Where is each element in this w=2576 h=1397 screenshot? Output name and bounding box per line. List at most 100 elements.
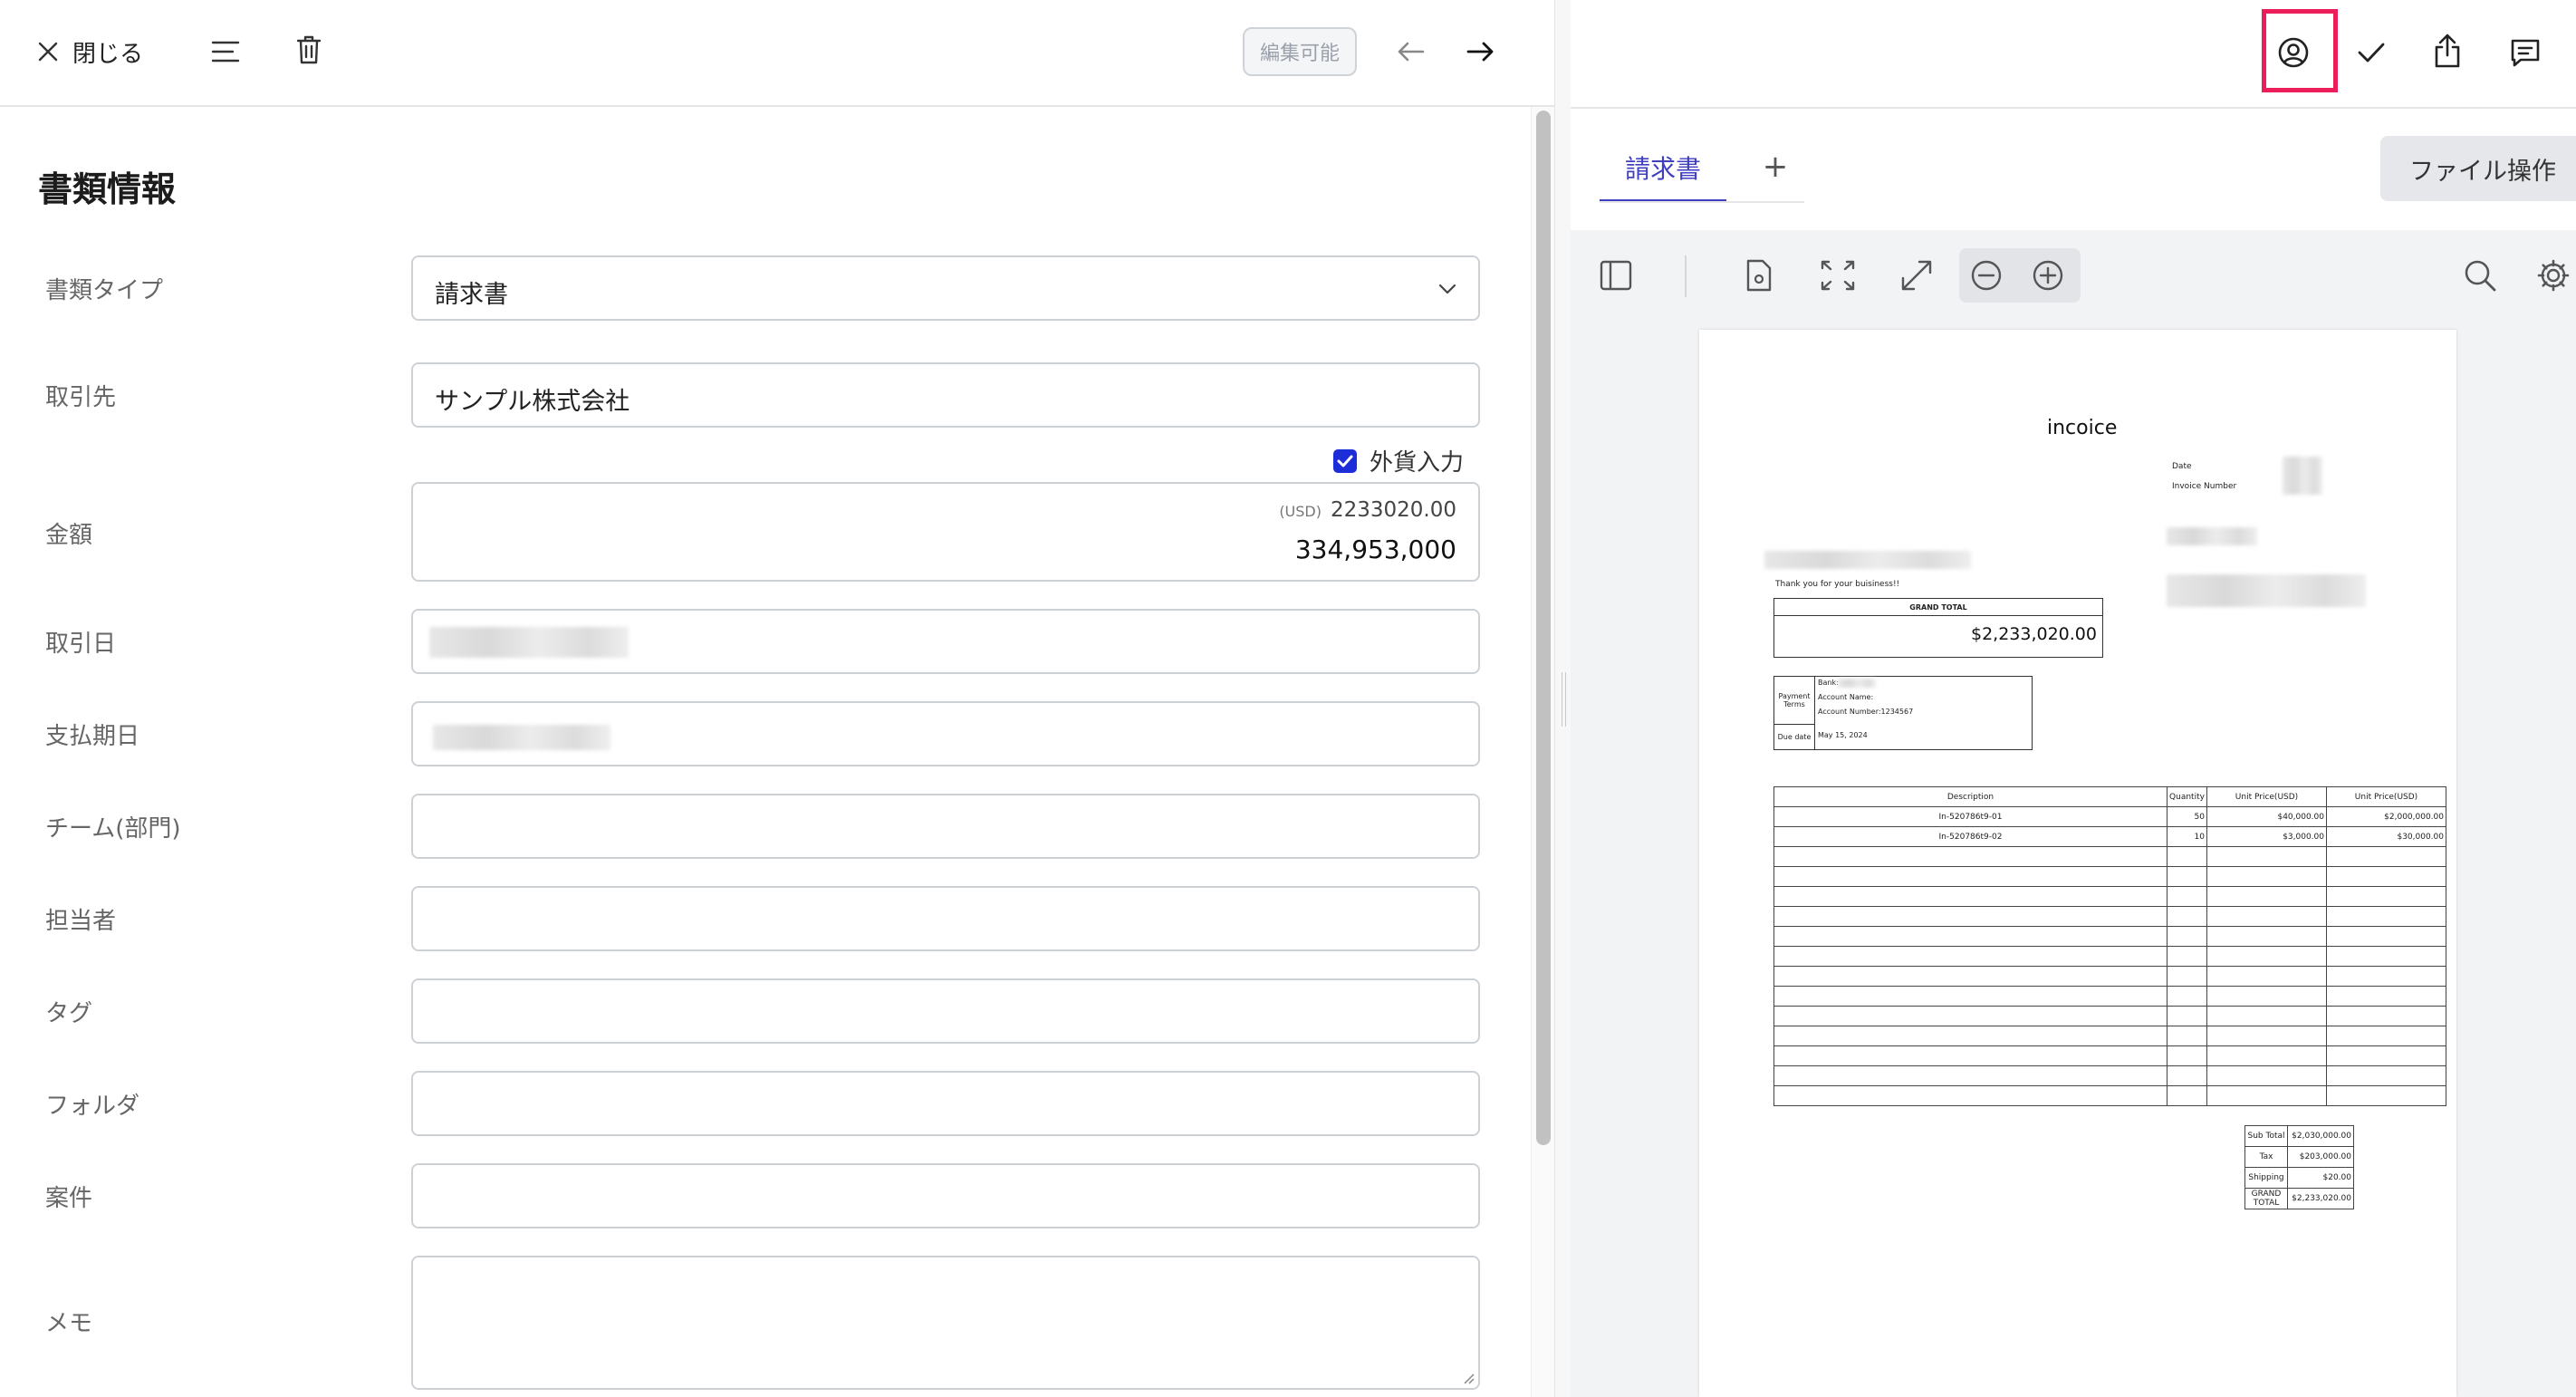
table-row [1773, 906, 2446, 927]
table-row [1773, 986, 2446, 1007]
tab-underline [1600, 201, 1804, 203]
partner-input[interactable]: サンプル株式会社 [411, 362, 1480, 428]
redacted-value [433, 725, 610, 750]
table-cell [2167, 1045, 2207, 1066]
table-cell [2326, 1065, 2446, 1086]
search-icon[interactable] [2460, 255, 2500, 295]
foreign-currency-toggle[interactable]: 外貨入力 [1333, 444, 1464, 477]
table-cell [2326, 846, 2446, 867]
table-cell [1773, 1026, 2167, 1046]
tab-invoice[interactable]: 請求書 [1600, 136, 1726, 203]
table-cell [2206, 946, 2327, 967]
table-row [1773, 846, 2446, 867]
scrollbar-thumb[interactable] [1536, 111, 1551, 1145]
table-cell [2167, 926, 2207, 947]
table-row [1773, 866, 2446, 887]
zoom-out-icon[interactable] [1966, 255, 2006, 295]
doc-type-label: 書類タイプ [45, 277, 164, 304]
gear-icon[interactable] [2536, 255, 2576, 295]
share-icon[interactable] [2427, 29, 2467, 72]
table-cell [2206, 866, 2327, 887]
expand-icon[interactable] [1897, 255, 1937, 295]
memo-textarea[interactable] [411, 1256, 1480, 1390]
table-cell [2206, 1026, 2327, 1046]
payment-terms-label: Payment Terms [1774, 677, 1815, 725]
bank-label: Bank: [1818, 679, 1839, 687]
table-cell [2167, 1006, 2207, 1026]
folder-input[interactable] [411, 1071, 1480, 1136]
pane-divider[interactable] [1554, 0, 1572, 1397]
team-input[interactable] [411, 794, 1480, 859]
table-cell [1773, 966, 2167, 987]
table-row [1773, 886, 2446, 907]
table-cell [2326, 966, 2446, 987]
assignee-input[interactable] [411, 886, 1480, 951]
arrow-left-icon[interactable] [1389, 31, 1431, 72]
table-cell [2206, 1085, 2327, 1106]
table-cell [2167, 1026, 2207, 1046]
totals-label: GRAND TOTAL [2244, 1188, 2288, 1209]
table-cell [1773, 1085, 2167, 1106]
table-header-cell: Unit Price(USD) [2326, 786, 2446, 807]
divider-grip[interactable] [1562, 672, 1566, 727]
amount-input[interactable]: (USD) 2233020.00 334,953,000 [411, 482, 1480, 582]
table-row [1773, 1026, 2446, 1046]
amount-foreign-value: 2233020.00 [1330, 498, 1456, 522]
table-row [1773, 946, 2446, 967]
team-label: チーム(部門) [45, 815, 181, 843]
table-header-cell: Description [1773, 786, 2167, 807]
partner-label: 取引先 [45, 384, 117, 411]
totals-value: $2,233,020.00 [2287, 1188, 2354, 1209]
add-tab-button[interactable]: + [1748, 140, 1802, 194]
table-cell: In-520786t9-02 [1773, 826, 2167, 847]
document-settings-icon[interactable] [1739, 255, 1779, 295]
table-cell [2206, 846, 2327, 867]
table-cell [1773, 946, 2167, 967]
folder-label: フォルダ [45, 1093, 140, 1120]
check-icon[interactable] [2351, 33, 2391, 72]
table-cell [2167, 866, 2207, 887]
table-cell [2326, 1085, 2446, 1106]
invoice-number-label: Invoice Number [2172, 482, 2237, 491]
invoice-date-label: Date [2172, 462, 2192, 471]
totals-value: $203,000.00 [2287, 1146, 2354, 1168]
fit-page-icon[interactable] [1817, 255, 1859, 295]
document-canvas[interactable]: incoice Date Invoice Number Thank you fo… [1571, 323, 2576, 1397]
table-cell [1773, 926, 2167, 947]
zoom-controls [1959, 248, 2081, 303]
chevron-down-icon [1438, 284, 1456, 294]
redacted-value [2167, 574, 2366, 607]
tag-input[interactable] [411, 978, 1480, 1044]
resize-handle-icon[interactable] [1462, 1372, 1475, 1384]
zoom-in-icon[interactable] [2028, 255, 2068, 295]
trade-date-input[interactable] [411, 609, 1480, 674]
totals-row: Shipping $20.00 [2244, 1167, 2354, 1189]
table-row [1773, 1006, 2446, 1026]
arrow-right-icon[interactable] [1460, 31, 1502, 72]
checkbox-checked-icon[interactable] [1333, 448, 1357, 473]
table-cell [2167, 966, 2207, 987]
table-cell [2326, 886, 2446, 907]
project-input[interactable] [411, 1163, 1480, 1228]
menu-icon[interactable] [205, 31, 246, 72]
document-info-pane: 閉じる 編集可能 書類情報 書類タイプ 請求書 取引先 サンプル株式会社 外貨入… [0, 0, 1571, 1397]
table-cell [2206, 966, 2327, 987]
grand-total-header: GRAND TOTAL [1774, 599, 2102, 616]
file-operations-button[interactable]: ファイル操作 [2380, 136, 2576, 201]
doc-type-select[interactable]: 請求書 [411, 255, 1480, 321]
table-row: In-520786t9-01 50 $40,000.00 $2,000,000.00 [1773, 806, 2446, 827]
table-cell [2167, 846, 2207, 867]
redacted-value [1838, 679, 1876, 688]
table-header-cell: Unit Price(USD) [2206, 786, 2327, 807]
trade-date-label: 取引日 [45, 631, 117, 658]
due-date-input[interactable] [411, 701, 1480, 766]
sidebar-toggle-icon[interactable] [1596, 255, 1636, 295]
invoice-thanks: Thank you for your buisiness!! [1775, 580, 1900, 589]
comment-icon[interactable] [2505, 33, 2545, 72]
table-cell [2206, 986, 2327, 1007]
close-button[interactable]: 閉じる [36, 33, 143, 71]
table-row [1773, 926, 2446, 947]
doc-type-value: 請求書 [435, 281, 508, 309]
tabs-row: 請求書 + ファイル操作 [1571, 109, 2576, 230]
trash-icon[interactable] [288, 29, 330, 71]
